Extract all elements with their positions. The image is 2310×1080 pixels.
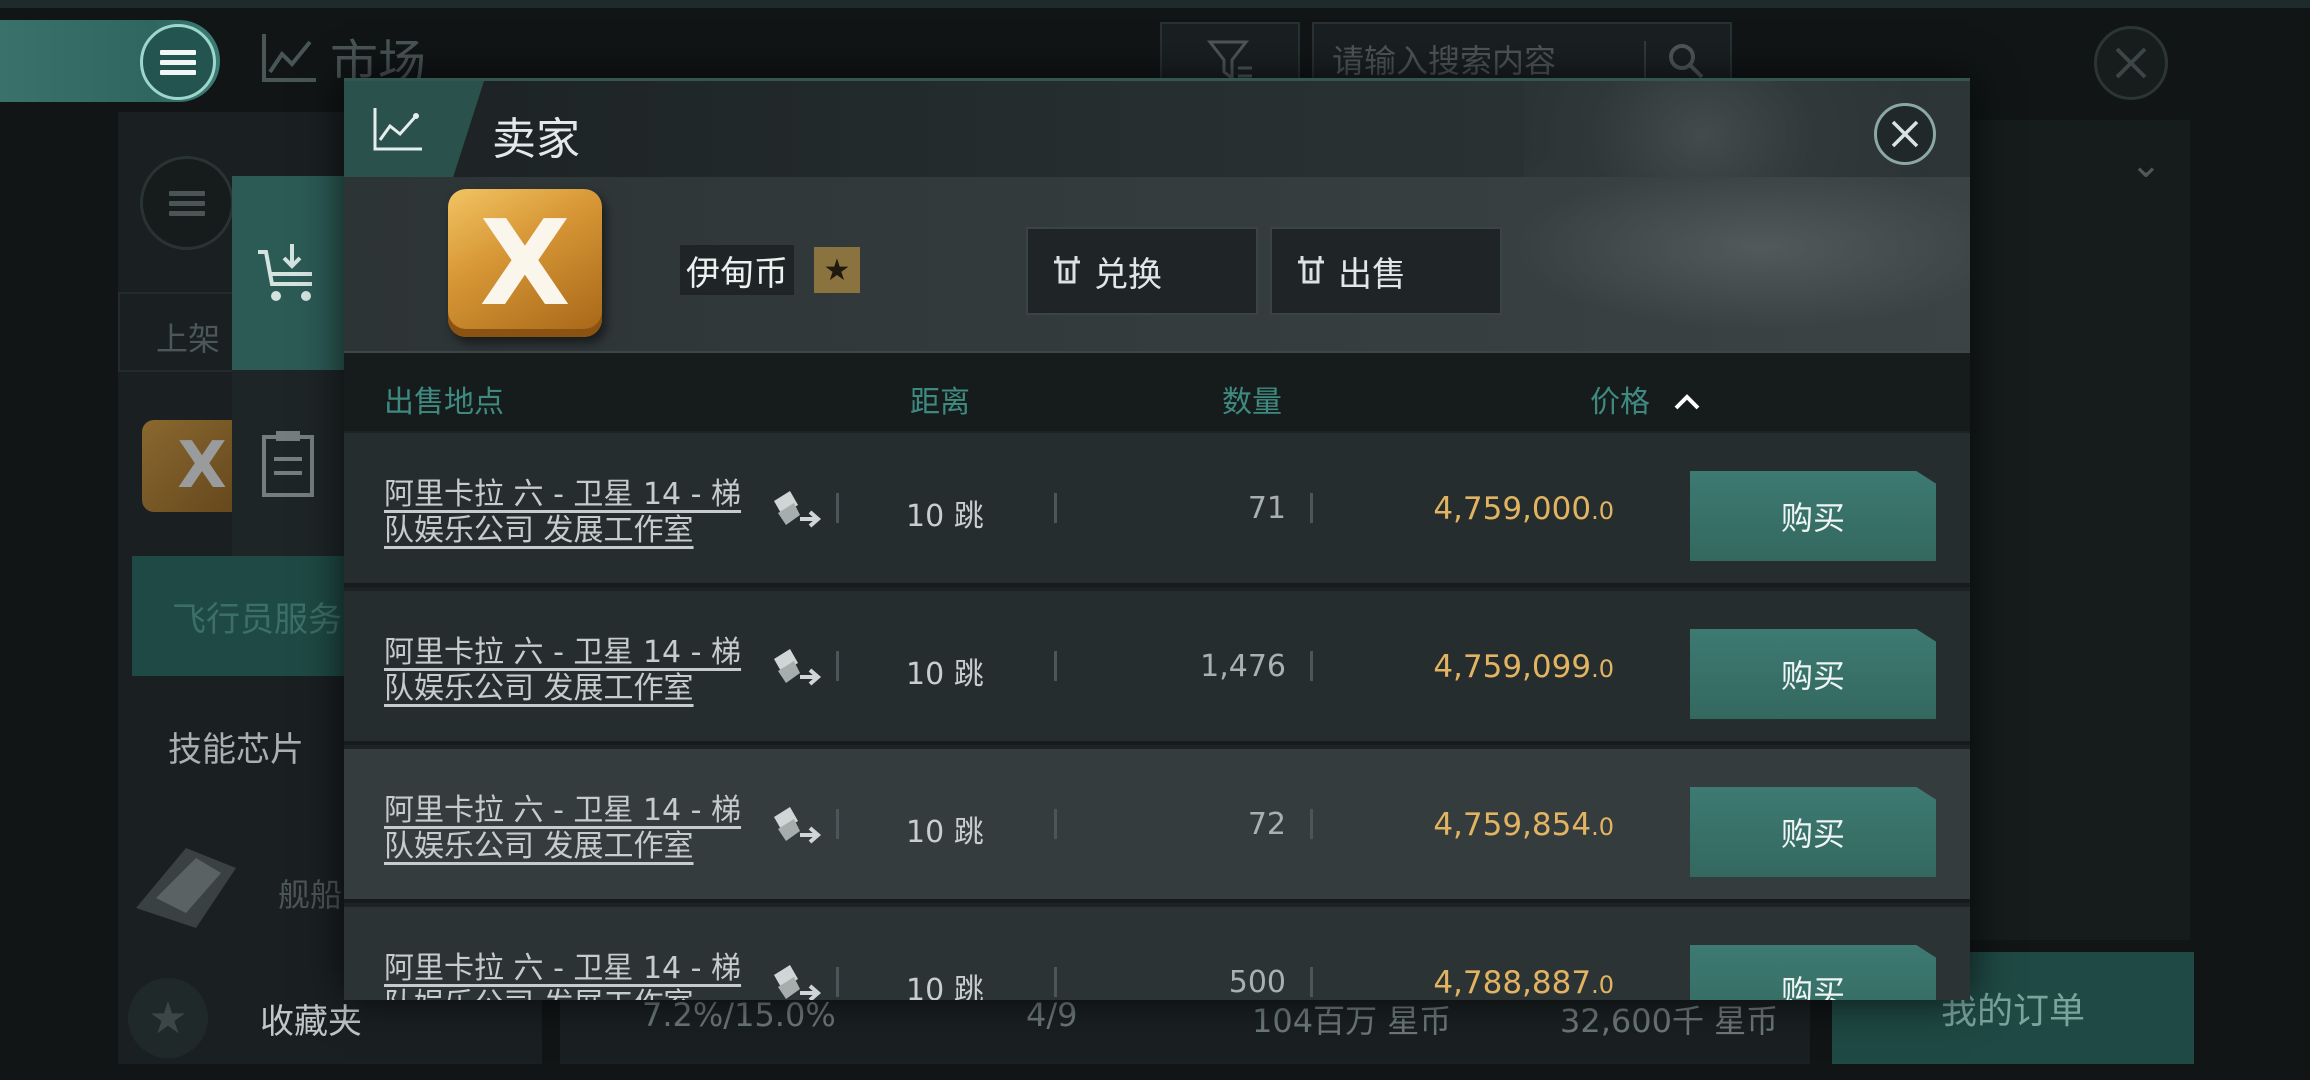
market-close-button[interactable] [2094,26,2168,100]
star-icon: ★ [128,978,208,1058]
coin-glyph: X [479,194,571,332]
column-divider [1054,967,1057,997]
price-value: 4,759,099 [1433,649,1592,685]
column-divider [1310,809,1313,839]
pilot-services-item[interactable]: 飞行员服务 [132,556,372,676]
list-icon [169,186,205,221]
exchange-button[interactable]: 兑换 [1026,227,1258,315]
quantity: 71 [1247,491,1286,526]
column-divider [836,967,839,997]
buy-button[interactable]: 购买 [1690,787,1936,877]
item-bar-decoration [1444,177,1970,353]
exchange-label: 兑换 [1094,254,1162,295]
column-divider [836,651,839,681]
price: 4,759,854.0 [1314,807,1614,843]
sell-location-link[interactable]: 阿里卡拉 六 - 卫星 14 - 梯队娱乐公司 发展工作室 [384,477,764,549]
distance: 10 跳 [906,815,984,850]
price-value: 4,759,000 [1433,491,1592,527]
column-divider [1310,493,1313,523]
column-divider [1054,651,1057,681]
dialog-close-button[interactable] [1874,103,1936,165]
list-item-label: 上架 [156,320,221,358]
exchange-icon [1054,256,1080,284]
column-divider [1310,967,1313,997]
order-count: 4/9 [1026,996,1078,1034]
price: 4,759,000.0 [1314,491,1614,527]
sort-ascending-icon [1674,394,1699,410]
route-icon[interactable] [768,487,824,531]
eden-coin-icon: X [448,189,602,337]
chart-icon [262,34,316,82]
column-header [344,353,1970,431]
dialog-title: 卖家 [492,114,580,165]
distance: 10 跳 [906,973,984,1000]
column-divider [1310,651,1313,681]
column-divider [836,809,839,839]
chevron-down-icon[interactable]: ⌄ [2130,142,2162,186]
buy-button[interactable]: 购买 [1690,471,1936,561]
sell-label: 出售 [1338,254,1406,295]
price-decimal: .0 [1591,813,1614,841]
sell-button[interactable]: 出售 [1270,227,1502,315]
price: 4,759,099.0 [1314,649,1614,685]
buy-button[interactable]: 购买 [1690,945,1936,1000]
ships-label[interactable]: 舰船 [278,870,342,916]
close-icon [1891,120,1919,148]
favorites-label: 收藏夹 [260,1001,362,1042]
tab-buy[interactable] [232,176,344,370]
wallet-balance: 104百万 星币 [1252,1002,1452,1040]
escrow-balance: 32,600千 星币 [1560,1002,1779,1040]
column-divider [836,493,839,523]
close-icon [2115,47,2147,79]
column-divider [1054,493,1057,523]
sell-icon [1298,256,1324,284]
pilot-services-label: 飞行员服务 [172,599,342,640]
price: 4,788,887.0 [1314,965,1614,1000]
sell-location-link[interactable]: 阿里卡拉 六 - 卫星 14 - 梯队娱乐公司 发展工作室 [384,951,764,1000]
col-quantity[interactable]: 数量 [1222,377,1282,421]
seller-dialog: 卖家 X 伊甸币 ★ 兑换 出售 出售地点 距离 数量 价格 阿里卡拉 六 - [344,78,1970,1000]
tax-rate: 7.2%/15.0% [642,996,836,1034]
top-edge [0,0,2310,8]
quantity: 72 [1247,807,1286,842]
right-panel [1970,120,2190,940]
distance: 10 跳 [906,499,984,534]
route-icon[interactable] [768,961,824,1000]
quantity: 1,476 [1200,649,1286,684]
col-price-label: 价格 [1590,385,1650,420]
item-star-badge[interactable]: ★ [814,247,860,293]
price-value: 4,759,854 [1433,807,1592,843]
chart-icon [373,108,422,151]
quantity: 500 [1228,965,1286,1000]
col-location[interactable]: 出售地点 [384,377,504,421]
tab-orders[interactable] [232,372,344,556]
hamburger-icon [160,45,196,80]
price-decimal: .0 [1591,497,1614,525]
price-value: 4,788,887 [1433,965,1592,1000]
cart-download-icon [258,244,312,301]
buy-button[interactable]: 购买 [1690,629,1936,719]
route-icon[interactable] [768,803,824,847]
search-input[interactable] [1314,42,1644,80]
skill-chips-item[interactable]: 技能芯片 [168,722,304,771]
main-menu-button[interactable] [140,24,216,100]
search-divider [1644,41,1646,81]
route-icon[interactable] [768,645,824,689]
price-decimal: .0 [1591,971,1614,999]
sell-location-link[interactable]: 阿里卡拉 六 - 卫星 14 - 梯队娱乐公司 发展工作室 [384,793,764,865]
category-menu-button[interactable] [140,156,234,250]
search-icon[interactable] [1666,41,1706,81]
price-decimal: .0 [1591,655,1614,683]
distance: 10 跳 [906,657,984,692]
col-price[interactable]: 价格 [1590,377,1702,421]
col-distance[interactable]: 距离 [910,377,970,421]
sell-location-link[interactable]: 阿里卡拉 六 - 卫星 14 - 梯队娱乐公司 发展工作室 [384,635,764,707]
clipboard-icon [262,431,314,497]
ship-thumbnail[interactable] [126,838,246,934]
item-name: 伊甸币 [680,245,794,295]
column-divider [1054,809,1057,839]
